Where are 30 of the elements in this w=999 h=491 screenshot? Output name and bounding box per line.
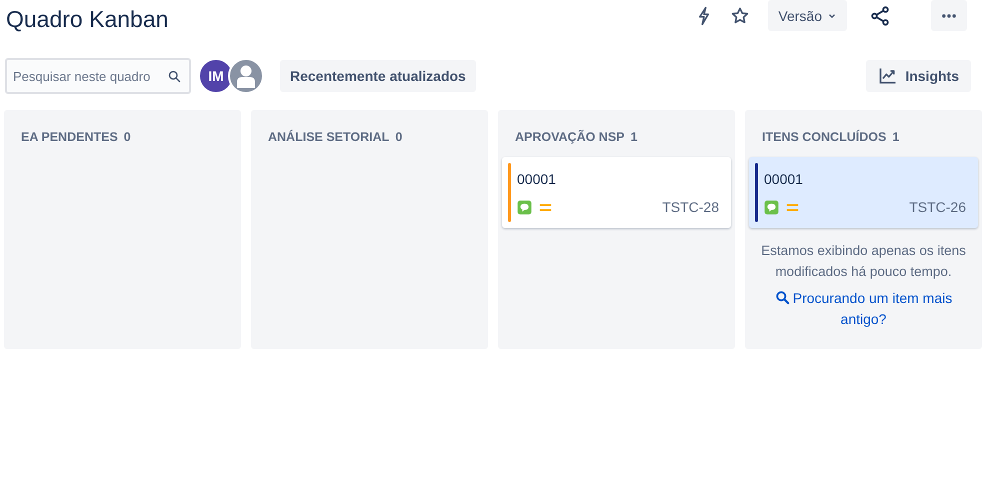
- column-title: ANÁLISE SETORIAL: [268, 130, 390, 144]
- recently-updated-filter[interactable]: Recentemente atualizados: [280, 60, 476, 92]
- search-field[interactable]: Pesquisar neste quadro: [5, 58, 191, 94]
- issue-card[interactable]: 00001 TSTC-26: [749, 157, 978, 228]
- page-title: Quadro Kanban: [6, 6, 168, 33]
- version-dropdown[interactable]: Versão: [768, 0, 847, 31]
- issue-key: TSTC-26: [909, 199, 966, 215]
- column-title: ITENS CONCLUÍDOS: [762, 130, 886, 144]
- info-text: Estamos exibindo apenas os itens modificados há pouco tempo.: [760, 242, 967, 281]
- search-icon: [167, 69, 182, 84]
- column-title: APROVAÇÃO NSP: [515, 130, 625, 144]
- star-icon: [730, 6, 750, 26]
- column-count: 1: [630, 130, 638, 144]
- column-count: 0: [124, 130, 131, 144]
- card-summary: 00001: [764, 170, 804, 189]
- search-icon: [774, 290, 790, 305]
- insights-button[interactable]: Insights: [866, 60, 971, 92]
- column-count: 1: [892, 130, 900, 144]
- issue-key: TSTC-28: [662, 199, 719, 215]
- card-summary: 00001: [517, 170, 557, 189]
- comment-icon: [517, 200, 532, 214]
- comment-icon: [764, 200, 779, 214]
- column-count: 0: [395, 130, 402, 144]
- share-icon: [869, 4, 891, 26]
- more-icon: [942, 14, 956, 18]
- search-older-link[interactable]: Procurando um item mais antigo?: [749, 288, 978, 330]
- chart-icon: [878, 66, 898, 86]
- column-title: EA PENDENTES: [21, 130, 118, 144]
- issue-card[interactable]: 00001 TSTC-28: [502, 157, 731, 228]
- more-button[interactable]: [931, 0, 967, 31]
